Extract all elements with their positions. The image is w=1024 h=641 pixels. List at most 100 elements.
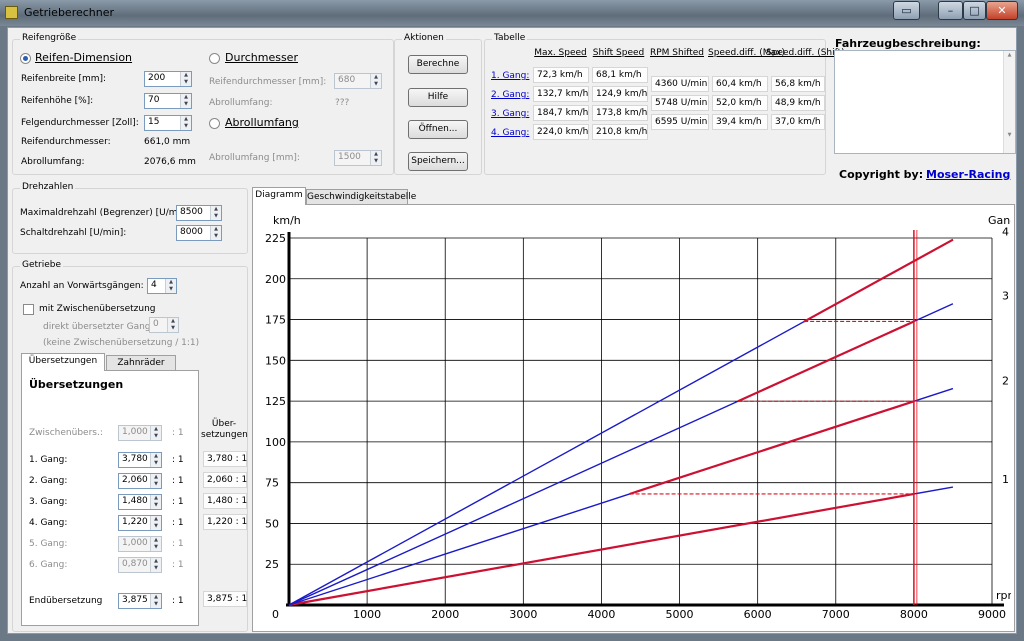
inter-ratio-colon: : 1 — [172, 428, 184, 438]
tab-speed-table[interactable]: Geschwindigkeitstabelle — [306, 189, 416, 205]
height-input[interactable]: 70 ▲ ▼ — [144, 93, 192, 109]
final-ratio-label: Endübersetzung — [29, 596, 103, 606]
x-tick-label: 9000 — [978, 608, 1006, 621]
gear-6-colon: : 1 — [172, 560, 184, 570]
active-range-3 — [737, 320, 915, 403]
maximize-button[interactable]: □ — [963, 1, 986, 20]
scrollbar[interactable]: ▲ ▼ — [1003, 51, 1015, 153]
radio-dimension-label[interactable]: Reifen-Dimension — [35, 51, 132, 64]
radio-dimension[interactable] — [20, 53, 31, 64]
header-diff-shift: Speed.diff. (Shift) — [766, 48, 845, 58]
save-button[interactable]: Speichern... — [408, 152, 468, 171]
gear-1-label: 1. Gang: — [29, 455, 68, 465]
gear-1-input[interactable]: 3,780 ▲ ▼ — [118, 452, 162, 468]
x-tick-label: 5000 — [666, 608, 694, 621]
x-tick-label: 7000 — [822, 608, 850, 621]
gear-2-input[interactable]: 2,060 ▲ ▼ — [118, 473, 162, 489]
width-label: Reifenbreite [mm]: — [21, 74, 107, 84]
inter-ratio-label: Zwischenübers.: — [29, 428, 103, 438]
x-tick-label: 3000 — [509, 608, 537, 621]
diff-max-3: 39,4 km/h — [712, 114, 768, 130]
diff-shift-2: 48,9 km/h — [771, 95, 825, 111]
copyright-link[interactable]: Moser-Racing — [926, 168, 1010, 181]
gear-link-3[interactable]: 3. Gang: — [491, 109, 529, 119]
gear-6-input[interactable]: 0,870 ▲ ▼ — [118, 557, 162, 573]
header-shift-speed: Shift Speed — [592, 48, 645, 58]
radio-diameter[interactable] — [209, 53, 220, 64]
d-circ-value: ??? — [335, 98, 350, 108]
vehicle-description-input[interactable]: ▲ ▼ — [834, 50, 1016, 154]
gear-axis-tick: 2 — [1002, 375, 1009, 388]
gear-4-colon: : 1 — [172, 518, 184, 528]
radio-circumference[interactable] — [209, 118, 220, 129]
ratio-result-final: 3,875 : 1 — [203, 591, 247, 607]
shift-rpm-input[interactable]: 8000 ▲ ▼ — [176, 225, 222, 241]
gear-count-label: Anzahl an Vorwärtsgängen: — [20, 281, 144, 291]
direct-gear-label: direkt übersetzter Gang: — [43, 322, 154, 332]
y-tick-label: 225 — [265, 232, 286, 245]
shift-speed-3: 173,8 km/h — [592, 105, 648, 121]
tab-ratios[interactable]: Übersetzungen — [21, 353, 105, 371]
shift-speed-1: 68,1 km/h — [592, 67, 648, 83]
intermediate-checkbox[interactable] — [23, 304, 34, 315]
window-title: Getrieberechner — [24, 6, 115, 19]
y-tick-label: 25 — [265, 558, 279, 571]
shift-speed-2: 124,9 km/h — [592, 86, 648, 102]
circumference-input[interactable]: 1500 ▲ ▼ — [334, 150, 382, 166]
diameter-input-label: Reifendurchmesser [mm]: — [209, 77, 327, 87]
gearbox-group: Getriebe Anzahl an Vorwärtsgängen: 4 ▲ ▼ m… — [12, 260, 248, 632]
final-ratio-input[interactable]: 3,875 ▲ ▼ — [118, 593, 162, 609]
inter-ratio-input[interactable]: 1,000 ▲ ▼ — [118, 425, 162, 441]
ratios-panel: Übersetzungen Zwischenübers.: 1,000 ▲ ▼ : … — [21, 370, 199, 626]
gear-3-input[interactable]: 1,480 ▲ ▼ — [118, 494, 162, 510]
direct-gear-input[interactable]: 0 ▲ ▼ — [149, 317, 179, 333]
active-range-4 — [803, 238, 954, 323]
intermediate-label[interactable]: mit Zwischenübersetzung — [39, 304, 156, 314]
ratio-result-2: 2,060 : 1 — [203, 472, 247, 488]
gear-1-colon: : 1 — [172, 455, 184, 465]
radio-diameter-label[interactable]: Durchmesser — [225, 51, 298, 64]
y-tick-label: 150 — [265, 354, 286, 367]
help-button[interactable]: Hilfe — [408, 88, 468, 107]
shift-rpm-label: Schaltdrehzahl [U/min]: — [20, 228, 127, 238]
diameter-input[interactable]: 680 ▲ ▼ — [334, 73, 382, 89]
gear-link-1[interactable]: 1. Gang: — [491, 71, 529, 81]
gear-5-input[interactable]: 1,000 ▲ ▼ — [118, 536, 162, 552]
table-group-title: Tabelle — [492, 33, 528, 43]
diameter-value: 661,0 mm — [144, 137, 191, 147]
gear-link-2[interactable]: 2. Gang: — [491, 90, 529, 100]
gearbox-group-title: Getriebe — [20, 260, 64, 270]
gear-axis-tick: 3 — [1002, 290, 1009, 303]
gear-link-4[interactable]: 4. Gang: — [491, 128, 529, 138]
gear-count-input[interactable]: 4 ▲ ▼ — [147, 278, 177, 294]
open-button[interactable]: Öffnen... — [408, 120, 468, 139]
tab-gears[interactable]: Zahnräder — [106, 355, 176, 371]
y-tick-label: 200 — [265, 273, 286, 286]
restore-icon[interactable]: ▭ — [893, 1, 920, 20]
title-bar: Getrieberechner ▭ – □ ✕ — [0, 0, 1024, 26]
max-rpm-input[interactable]: 8500 ▲ ▼ — [176, 205, 222, 221]
vehicle-title: Fahrzeugbeschreibung: — [835, 37, 981, 50]
gear-4-input[interactable]: 1,220 ▲ ▼ — [118, 515, 162, 531]
x-tick-label: 4000 — [587, 608, 615, 621]
close-button[interactable]: ✕ — [986, 1, 1018, 20]
y-tick-label: 175 — [265, 314, 286, 327]
max-speed-4: 224,0 km/h — [533, 124, 589, 140]
minimize-button[interactable]: – — [938, 1, 963, 20]
height-label: Reifenhöhe [%]: — [21, 96, 94, 106]
header-diff-max: Speed.diff. (Max) — [708, 48, 785, 58]
circumference-label: Abrollumfang: — [21, 157, 85, 167]
rim-input[interactable]: 15 ▲ ▼ — [144, 115, 192, 131]
gear-2-colon: : 1 — [172, 476, 184, 486]
rpm-shifted-2: 5748 U/min — [651, 95, 709, 111]
x-tick-label: 1000 — [353, 608, 381, 621]
max-speed-3: 184,7 km/h — [533, 105, 589, 121]
gear-axis-tick: 4 — [1002, 226, 1009, 239]
rpm-group: Drehzahlen Maximaldrehzahl (Begrenzer) [… — [12, 182, 248, 254]
actions-group: Aktionen Berechne Hilfe Öffnen... Speich… — [394, 33, 482, 175]
gear-3-colon: : 1 — [172, 497, 184, 507]
tab-diagram[interactable]: Diagramm — [252, 187, 306, 205]
radio-circumference-label[interactable]: Abrollumfang — [225, 116, 299, 129]
calculate-button[interactable]: Berechne — [408, 55, 468, 74]
width-input[interactable]: 200 ▲ ▼ — [144, 71, 192, 87]
